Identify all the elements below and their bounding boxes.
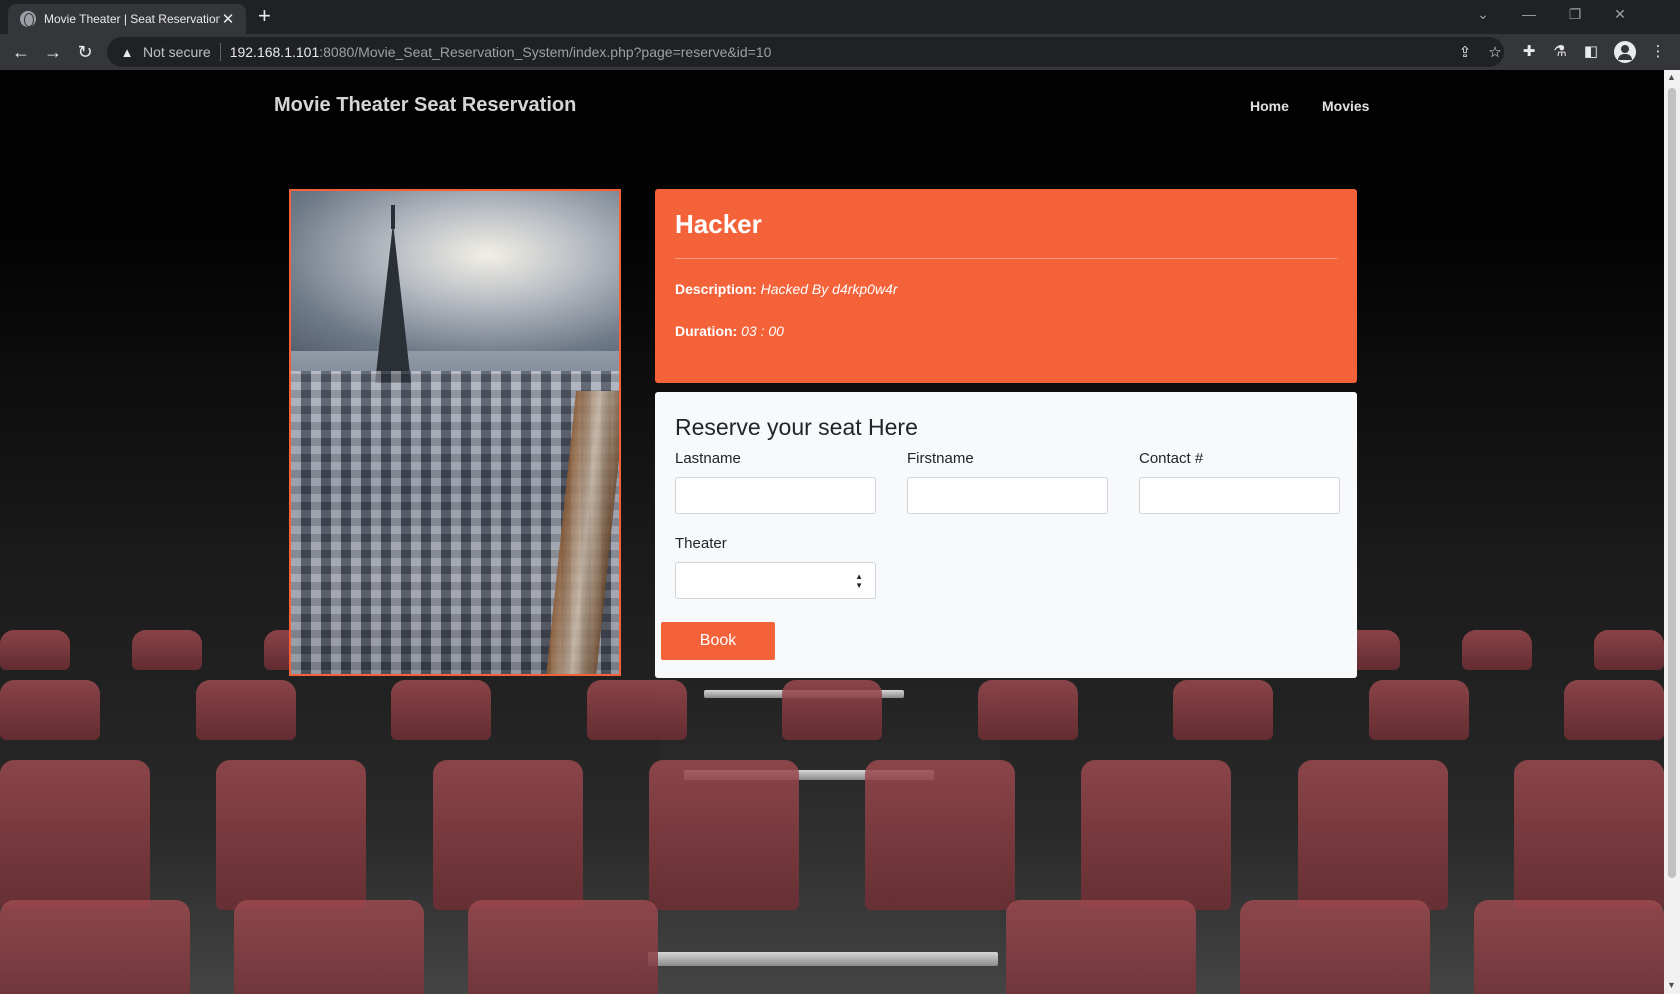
scroll-down-icon[interactable]: ▼	[1667, 980, 1676, 990]
security-label[interactable]: Not secure	[143, 44, 211, 60]
background-seat-row	[0, 760, 1664, 910]
url-text[interactable]: 192.168.1.101:8080/Movie_Seat_Reservatio…	[230, 44, 772, 60]
movie-title: Hacker	[675, 209, 762, 239]
warning-icon: ▲	[120, 44, 134, 60]
star-icon[interactable]: ☆	[1485, 43, 1505, 61]
background-cinema-image	[0, 630, 1664, 994]
reload-icon[interactable]: ↻	[74, 41, 96, 63]
page-viewport: Movie Theater Seat Reservation Home Movi…	[0, 70, 1664, 994]
nav-home-link[interactable]: Home	[1250, 98, 1289, 114]
scroll-up-icon[interactable]: ▲	[1667, 72, 1676, 82]
lastname-label: Lastname	[675, 450, 741, 467]
firstname-input[interactable]	[907, 477, 1108, 514]
select-arrows-icon: ▲ ▼	[855, 572, 863, 590]
background-seat-row	[0, 680, 1664, 740]
tab-search-icon[interactable]: ⌄	[1468, 6, 1498, 23]
description-value: Hacked By d4rkp0w4r	[760, 281, 898, 297]
page-scrollbar[interactable]: ▲ ▼	[1664, 70, 1680, 994]
minimize-icon[interactable]: —	[1514, 6, 1544, 22]
side-panel-icon[interactable]: ◧	[1580, 41, 1602, 63]
scrollbar-thumb[interactable]	[1668, 88, 1676, 878]
tab-close-icon[interactable]: ✕	[220, 10, 236, 28]
background-seat-row	[0, 900, 1664, 994]
divider	[675, 258, 1337, 259]
movie-info-card: Hacker Description: Hacked By d4rkp0w4r …	[655, 189, 1357, 383]
tab-title: Movie Theater | Seat Reservation	[44, 12, 220, 26]
form-heading: Reserve your seat Here	[675, 414, 918, 440]
contact-label: Contact #	[1139, 450, 1204, 467]
duration-label: Duration:	[675, 323, 738, 339]
duration-value: 03 : 00	[741, 323, 784, 339]
poster-tower	[375, 223, 411, 383]
browser-toolbar: ← → ↻ ▲ Not secure 192.168.1.101:8080/Mo…	[0, 34, 1680, 70]
address-bar[interactable]: ▲ Not secure 192.168.1.101:8080/Movie_Se…	[107, 37, 1504, 67]
movie-duration: Duration: 03 : 00	[675, 323, 1337, 339]
browser-tab-strip: Movie Theater | Seat Reservation ✕ + ⌄ —…	[0, 0, 1680, 34]
labs-icon[interactable]: ⚗	[1549, 41, 1571, 63]
contact-input[interactable]	[1139, 477, 1340, 514]
lastname-input[interactable]	[675, 477, 876, 514]
firstname-label: Firstname	[907, 450, 974, 467]
restore-icon[interactable]: ❐	[1560, 6, 1590, 23]
browser-tab[interactable]: Movie Theater | Seat Reservation ✕	[8, 4, 246, 34]
globe-icon	[20, 11, 36, 27]
theater-label: Theater	[675, 535, 727, 552]
movie-poster-image	[289, 189, 621, 676]
book-button[interactable]: Book	[661, 622, 775, 660]
url-host: 192.168.1.101	[229, 44, 320, 60]
description-label: Description:	[675, 281, 757, 297]
reservation-form-card: Reserve your seat Here Lastname Firstnam…	[655, 392, 1357, 678]
back-icon[interactable]: ←	[10, 41, 32, 63]
poster-sky	[291, 191, 619, 351]
nav-movies-link[interactable]: Movies	[1322, 98, 1369, 114]
profile-avatar-icon[interactable]	[1614, 41, 1636, 63]
close-window-icon[interactable]: ✕	[1605, 6, 1635, 23]
theater-select[interactable]: ▲ ▼	[675, 562, 876, 599]
extensions-icon[interactable]: ✚	[1518, 41, 1540, 63]
site-brand[interactable]: Movie Theater Seat Reservation	[274, 94, 576, 117]
forward-icon[interactable]: →	[42, 41, 64, 63]
url-path: :8080/Movie_Seat_Reservation_System/inde…	[319, 44, 772, 60]
new-tab-button[interactable]: +	[258, 4, 271, 28]
movie-description: Description: Hacked By d4rkp0w4r	[675, 281, 1337, 297]
menu-icon[interactable]: ⋮	[1647, 41, 1669, 63]
divider	[219, 43, 221, 61]
share-icon[interactable]: ⇪	[1455, 43, 1475, 61]
